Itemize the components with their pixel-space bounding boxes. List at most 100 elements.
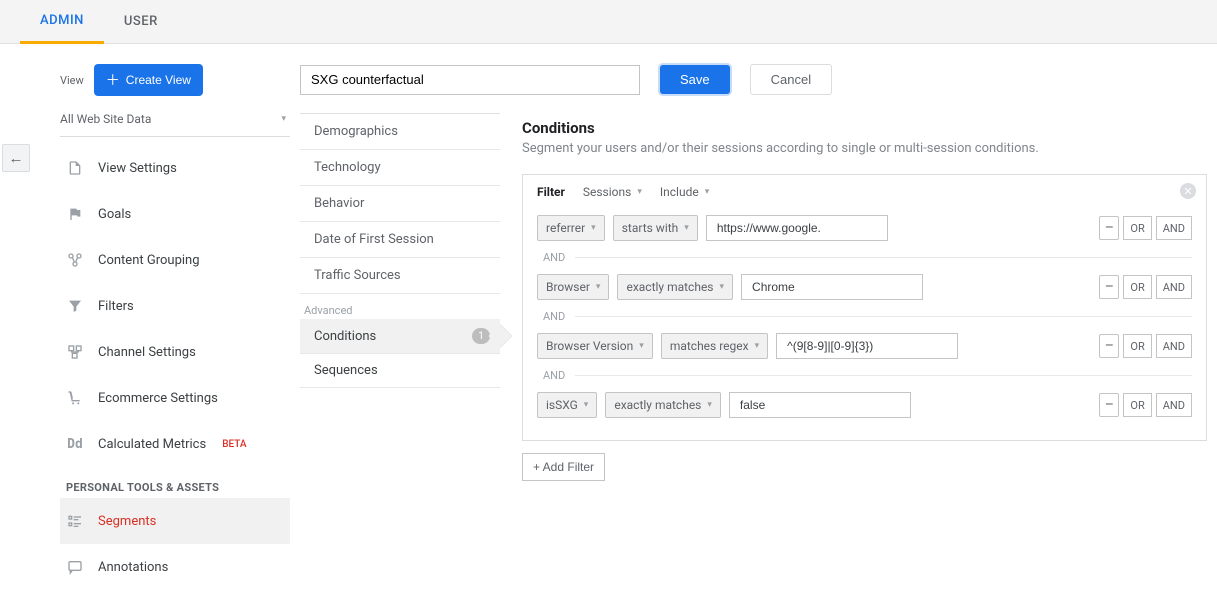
content-pane: Conditions Segment your users and/or the… xyxy=(500,113,1217,481)
operator-chip[interactable]: exactly matches ▾ xyxy=(605,392,721,418)
view-selector-label: All Web Site Data xyxy=(60,112,151,126)
plus-icon xyxy=(106,70,120,90)
nav-goals[interactable]: Goals xyxy=(60,191,290,237)
and-divider: AND xyxy=(543,310,1192,323)
metrics-icon: Dd xyxy=(66,435,84,453)
mode-dropdown[interactable]: Include ▾ xyxy=(660,185,709,199)
caret-down-icon: ▾ xyxy=(637,187,642,197)
dimension-chip[interactable]: Browser ▾ xyxy=(537,274,609,300)
cat-technology[interactable]: Technology xyxy=(300,150,500,186)
and-button[interactable]: AND xyxy=(1156,334,1192,358)
operator-chip[interactable]: matches regex ▾ xyxy=(661,333,768,359)
channel-icon xyxy=(66,343,84,361)
or-button[interactable]: OR xyxy=(1123,275,1151,299)
dimension-label: isSXG xyxy=(546,398,578,412)
add-filter-button[interactable]: + Add Filter xyxy=(522,453,605,481)
dimension-chip[interactable]: Browser Version ▾ xyxy=(537,333,653,359)
cat-sequences[interactable]: Sequences xyxy=(300,354,500,388)
caret-down-icon: ▾ xyxy=(705,187,710,197)
create-view-label: Create View xyxy=(126,73,191,87)
nav-view-settings[interactable]: View Settings xyxy=(60,145,290,191)
dimension-chip[interactable]: referrer ▾ xyxy=(537,215,605,241)
cat-traffic-sources[interactable]: Traffic Sources xyxy=(300,258,500,294)
save-button[interactable]: Save xyxy=(660,65,730,94)
cancel-button[interactable]: Cancel xyxy=(750,64,832,95)
remove-rule-button[interactable]: – xyxy=(1099,275,1119,299)
remove-rule-button[interactable]: – xyxy=(1099,216,1119,240)
dimension-label: referrer xyxy=(546,221,585,235)
cart-icon xyxy=(66,389,84,407)
cat-conditions[interactable]: Conditions 1 xyxy=(300,319,500,354)
and-button[interactable]: AND xyxy=(1156,216,1192,240)
caret-down-icon: ▾ xyxy=(707,400,712,410)
beta-badge: BETA xyxy=(222,439,246,450)
segments-icon xyxy=(66,512,84,530)
tab-admin[interactable]: ADMIN xyxy=(20,0,104,44)
page-subtitle: Segment your users and/or their sessions… xyxy=(522,141,1207,156)
nav-label: View Settings xyxy=(98,161,177,176)
value-input[interactable] xyxy=(706,215,888,241)
nav-label: Calculated Metrics xyxy=(98,437,206,452)
personal-tools-header: PERSONAL TOOLS & ASSETS xyxy=(66,481,290,494)
operator-label: matches regex xyxy=(670,339,749,353)
caret-down-icon: ▾ xyxy=(596,282,601,292)
nav-content-grouping[interactable]: Content Grouping xyxy=(60,237,290,283)
conditions-count-badge: 1 xyxy=(472,328,490,344)
operator-label: exactly matches xyxy=(626,280,713,294)
nav-calculated-metrics[interactable]: Dd Calculated Metrics BETA xyxy=(60,421,290,467)
view-label: View xyxy=(60,74,84,87)
caret-down-icon: ▾ xyxy=(755,341,760,351)
value-input[interactable] xyxy=(741,274,923,300)
and-button[interactable]: AND xyxy=(1156,275,1192,299)
or-button[interactable]: OR xyxy=(1123,216,1151,240)
cat-date-first-session[interactable]: Date of First Session xyxy=(300,222,500,258)
operator-chip[interactable]: starts with ▾ xyxy=(613,215,698,241)
nav-segments[interactable]: Segments xyxy=(60,498,290,544)
remove-rule-button[interactable]: – xyxy=(1099,393,1119,417)
scope-dropdown[interactable]: Sessions ▾ xyxy=(583,185,642,199)
operator-chip[interactable]: exactly matches ▾ xyxy=(617,274,733,300)
dimension-label: Browser xyxy=(546,280,590,294)
nav-filters[interactable]: Filters xyxy=(60,283,290,329)
caret-down-icon: ▾ xyxy=(639,341,644,351)
mode-value: Include xyxy=(660,185,699,199)
scope-value: Sessions xyxy=(583,185,631,199)
sidebar: View Create View All Web Site Data ▾ Vie… xyxy=(30,44,300,595)
back-button[interactable]: ← xyxy=(2,144,30,172)
nav-label: Segments xyxy=(98,514,156,529)
category-nav: Demographics Technology Behavior Date of… xyxy=(300,113,500,481)
value-input[interactable] xyxy=(729,392,911,418)
nav-channel-settings[interactable]: Channel Settings xyxy=(60,329,290,375)
value-input[interactable] xyxy=(776,333,958,359)
create-view-button[interactable]: Create View xyxy=(94,64,203,96)
rule-row: referrer ▾ starts with ▾ – OR AND xyxy=(537,215,1192,241)
nav-label: Content Grouping xyxy=(98,253,200,268)
caret-down-icon: ▾ xyxy=(584,400,589,410)
dimension-chip[interactable]: isSXG ▾ xyxy=(537,392,597,418)
cat-behavior[interactable]: Behavior xyxy=(300,186,500,222)
cat-demographics[interactable]: Demographics xyxy=(300,114,500,150)
advanced-header: Advanced xyxy=(300,294,500,319)
rule-row: Browser Version ▾ matches regex ▾ – OR A… xyxy=(537,333,1192,359)
dimension-label: Browser Version xyxy=(546,339,633,353)
operator-label: starts with xyxy=(622,221,679,235)
nav-annotations[interactable]: Annotations xyxy=(60,544,290,590)
view-selector[interactable]: All Web Site Data ▾ xyxy=(60,104,290,137)
cat-sequences-label: Sequences xyxy=(314,363,378,378)
nav-label: Ecommerce Settings xyxy=(98,391,218,406)
close-icon[interactable]: ✕ xyxy=(1180,183,1196,199)
caret-down-icon: ▾ xyxy=(281,114,286,124)
rule-row: isSXG ▾ exactly matches ▾ – OR AND xyxy=(537,392,1192,418)
nav-label: Annotations xyxy=(98,560,168,575)
flag-icon xyxy=(66,205,84,223)
segment-name-input[interactable] xyxy=(300,65,640,95)
page-icon xyxy=(66,159,84,177)
or-button[interactable]: OR xyxy=(1123,334,1151,358)
tab-user[interactable]: USER xyxy=(104,0,178,44)
remove-rule-button[interactable]: – xyxy=(1099,334,1119,358)
operator-label: exactly matches xyxy=(614,398,701,412)
nav-ecommerce-settings[interactable]: Ecommerce Settings xyxy=(60,375,290,421)
and-button[interactable]: AND xyxy=(1156,393,1192,417)
or-button[interactable]: OR xyxy=(1123,393,1151,417)
arrow-left-icon: ← xyxy=(9,149,24,167)
